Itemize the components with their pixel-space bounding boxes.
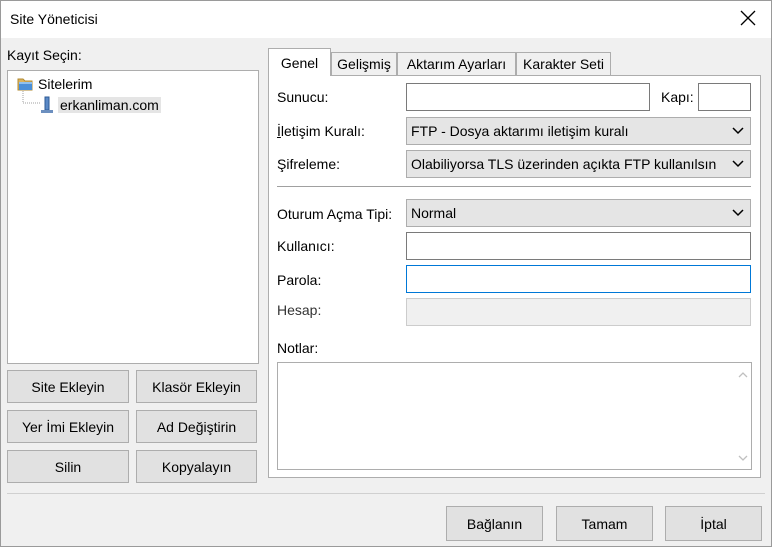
logon-type-value: Normal [411,205,457,221]
connect-button[interactable]: Bağlanın [446,506,543,541]
ok-button[interactable]: Tamam [556,506,653,541]
tab-general[interactable]: Genel [268,48,331,76]
password-input[interactable] [406,265,751,293]
select-entry-label: Kayıt Seçin: [7,47,82,63]
encryption-label: Şifreleme: [277,156,341,172]
encryption-select[interactable]: Olabiliyorsa TLS üzerinden açıkta FTP ku… [406,150,751,178]
close-button[interactable] [725,1,771,34]
server-icon [41,96,53,113]
notes-scrollbar[interactable] [734,363,751,469]
rename-button[interactable]: Ad Değiştirin [136,410,257,443]
logon-type-label: Oturum Açma Tipi: [277,206,393,222]
host-label: Sunucu: [277,89,329,105]
tab-charset[interactable]: Karakter Seti [516,52,611,75]
tree-site-label: erkanliman.com [58,97,161,113]
encryption-value: Olabiliyorsa TLS üzerinden açıkta FTP ku… [411,156,717,172]
new-folder-button[interactable]: Klasör Ekleyin [136,370,257,403]
tree-connector [22,91,41,104]
new-site-button[interactable]: Site Ekleyin [7,370,129,403]
port-label: Kapı: [661,89,694,105]
tree-root-label: Sitelerim [38,76,93,92]
tree-item-site[interactable]: erkanliman.com [40,95,161,115]
cancel-button[interactable]: İptal [665,506,762,541]
footer-divider [7,493,765,494]
chevron-down-icon [732,160,744,168]
form-divider [277,186,751,187]
tab-transfer-settings[interactable]: Aktarım Ayarları [397,52,516,75]
close-icon [740,10,756,25]
window-title: Site Yöneticisi [10,11,98,27]
protocol-label: İletişim Kuralı: [277,123,365,139]
chevron-down-icon [732,209,744,217]
logon-type-select[interactable]: Normal [406,199,751,227]
protocol-label-rest: letişim Kuralı: [280,123,365,139]
new-bookmark-button[interactable]: Yer İmi Ekleyin [7,410,129,443]
user-input[interactable] [406,232,751,260]
duplicate-button[interactable]: Kopyalayın [136,450,257,483]
scroll-down-icon[interactable] [738,454,748,462]
account-input [406,298,751,326]
notes-textarea[interactable] [277,362,752,470]
host-input[interactable] [406,83,650,111]
scroll-up-icon[interactable] [738,371,748,379]
password-label: Parola: [277,272,322,288]
user-label: Kullanıcı: [277,238,335,254]
account-label: Hesap: [277,302,322,318]
tab-advanced[interactable]: Gelişmiş [331,52,397,75]
title-bar: Site Yöneticisi [1,1,771,38]
protocol-select[interactable]: FTP - Dosya aktarımı iletişim kuralı [406,117,751,145]
chevron-down-icon [732,127,744,135]
site-manager-window: Site Yöneticisi Kayıt Seçin: Sitelerim e… [0,0,772,547]
notes-label: Notlar: [277,340,319,356]
delete-button[interactable]: Silin [7,450,129,483]
port-input[interactable] [698,83,751,111]
site-tree[interactable]: Sitelerim erkanliman.com [7,70,259,364]
protocol-value: FTP - Dosya aktarımı iletişim kuralı [411,123,629,139]
